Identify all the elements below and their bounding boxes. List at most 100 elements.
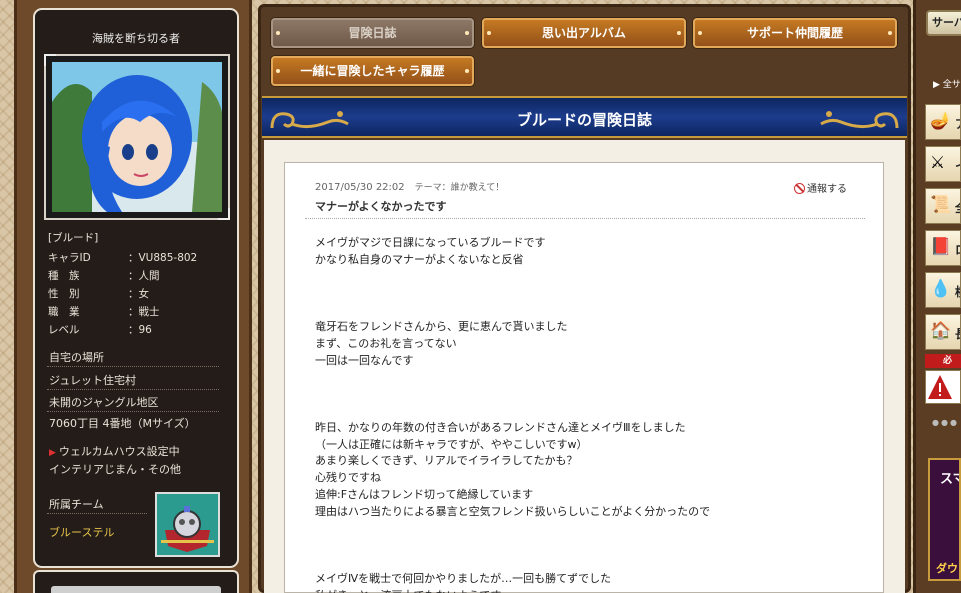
post-line — [315, 403, 855, 420]
sword-icon: ⚔ — [930, 153, 946, 173]
arrow-right-icon: ▶ — [49, 448, 56, 458]
warning-icon — [928, 375, 952, 399]
post-line — [315, 285, 855, 302]
post-line: 心残りですね — [315, 471, 381, 485]
lamp-icon: 🪔 — [930, 111, 952, 131]
post-meta: 2017/05/30 22:02 テーマ：誰か教えて！ — [315, 180, 504, 193]
info-value: ：人間 — [128, 270, 160, 282]
sidebar-item-label: ロ — [955, 241, 960, 258]
info-label: 性 別 — [48, 288, 80, 300]
team-emblem[interactable] — [155, 492, 220, 557]
sidebar-item-label: 長 — [955, 325, 960, 342]
home-label: 自宅の場所 — [49, 351, 104, 364]
tab-album[interactable]: 思い出アルバム — [482, 18, 686, 48]
warning-notice[interactable] — [925, 370, 961, 404]
report-link[interactable]: 通報する — [794, 180, 847, 195]
interior-link[interactable]: インテリアじまん・その他 — [49, 461, 181, 477]
journal-entry: 2017/05/30 22:02 テーマ：誰か教えて！ 通報する マナーがよくなか… — [284, 162, 884, 593]
bottom-tab-bar[interactable] — [51, 586, 221, 593]
info-value: ：VU885-802 — [128, 252, 198, 264]
info-row-id: キャラID ：VU885-802 — [48, 250, 197, 265]
info-label: レベル — [48, 324, 80, 336]
info-label: キャラID — [48, 252, 91, 264]
journal-header: ブルードの冒険日誌 — [262, 96, 907, 138]
post-line: 竜牙石をフレンドさんから、更に恵んで貰いました — [315, 319, 568, 333]
bottom-tab — [33, 570, 239, 593]
character-name: [ブルード] — [48, 232, 99, 244]
post-line — [315, 302, 855, 319]
house-icon: 🏠 — [930, 321, 952, 341]
home-village: ジュレット住宅村 — [49, 374, 137, 387]
post-line: 理由はハつ当たりによる暴言と空気フレンド扱いらしいことがよく分かったので — [315, 504, 711, 518]
home-address: 7060丁目 4番地（Mサイズ） — [49, 417, 196, 430]
scroll-icon: 📜 — [930, 195, 952, 215]
must-read-label: 必 — [925, 354, 961, 368]
prohibit-icon — [794, 183, 805, 194]
post-line: （一人は正確には新キャラですが、ややこしいですw） — [315, 437, 588, 451]
post-line — [315, 521, 855, 538]
promo-banner[interactable]: スマ ダウ — [928, 458, 961, 581]
sidebar-item-5[interactable]: 💧横 — [925, 272, 961, 308]
post-line: あまり楽しくできず、リアルでイライラしてたかも？ — [315, 454, 578, 468]
post-line: 一回は一回なんです — [315, 353, 414, 367]
info-label: 職 業 — [48, 306, 80, 318]
post-date: 2017/05/30 22:02 — [315, 182, 405, 193]
info-value: ：96 — [128, 324, 152, 336]
post-line: まず、このお礼を言ってない — [315, 336, 457, 350]
info-row-gender: 性 別 ：女 — [48, 286, 149, 301]
sidebar-item-label: 横 — [955, 283, 960, 300]
banner-text: スマ — [940, 472, 959, 487]
all-servers-label: 全サ — [942, 80, 961, 90]
divider — [47, 389, 219, 390]
avatar-frame — [44, 54, 230, 220]
post-line — [315, 269, 855, 286]
post-body: メイヴがマジで日課になっているブルードです かなり私自身のマナーがよくないなと反省… — [315, 235, 855, 593]
post-line: 昨日、かなりの年数の付き合いがあるフレンドさん達とメイヴⅢをしました — [315, 420, 686, 434]
post-theme[interactable]: テーマ：誰か教えて！ — [415, 183, 505, 193]
pager-dots[interactable]: ●●● — [932, 418, 959, 427]
divider — [305, 218, 865, 219]
info-row-job: 職 業 ：戦士 — [48, 304, 160, 319]
info-row-level: レベル ：96 — [48, 322, 152, 337]
sidebar-item-2[interactable]: ⚔イ — [925, 146, 961, 182]
slime-icon: 💧 — [930, 279, 952, 299]
team-name[interactable]: ブルーステル — [49, 524, 114, 540]
post-line — [315, 554, 855, 571]
info-row-race: 種 族 ：人間 — [48, 268, 160, 283]
post-line: 私がきっと一流戸士でもないようです — [315, 588, 855, 593]
home-district: 未開のジャングル地区 — [49, 396, 159, 409]
info-value: ：女 — [128, 288, 149, 300]
character-title: 海賊を断ち切る者 — [92, 32, 180, 45]
team-emblem-icon — [157, 494, 218, 555]
sidebar-item-6[interactable]: 🏠長 — [925, 314, 961, 350]
sidebar-item-4[interactable]: 📕ロ — [925, 230, 961, 266]
post-line — [315, 369, 855, 386]
divider — [47, 513, 147, 514]
tab-support-history[interactable]: サポート仲間履歴 — [693, 18, 897, 48]
welcome-house-label: ウェルカムハウス設定中 — [58, 445, 180, 458]
post-title: マナーがよくなかったです — [315, 200, 447, 213]
info-label: 種 族 — [48, 270, 80, 282]
post-line — [315, 386, 855, 403]
banner-text-bottom: ダウ — [936, 562, 958, 575]
post-line: かなり私自身のマナーがよくないなと反省 — [315, 252, 524, 266]
sidebar-item-label: 全 — [955, 199, 960, 216]
ornament-right-icon — [820, 111, 899, 129]
sidebar-item-label: ア — [955, 115, 960, 132]
divider — [47, 411, 219, 412]
post-line: メイヴⅣを戦士で何回かやりましたが…一回も勝てずでした — [315, 571, 612, 585]
tab-companion-history[interactable]: 一緒に冒険したキャラ履歴 — [271, 56, 474, 86]
all-servers-link[interactable]: ▶ 全サ — [933, 77, 961, 90]
post-line: 追伸:Fさんはフレンド切って絶縁しています — [315, 487, 534, 501]
team-label: 所属チーム — [49, 498, 104, 511]
sidebar-item-label: イ — [955, 157, 960, 174]
avatar[interactable] — [52, 62, 222, 212]
post-line: メイヴがマジで日課になっているブルードです — [315, 236, 546, 249]
post-line — [315, 537, 855, 554]
sidebar-item-3[interactable]: 📜全 — [925, 188, 961, 224]
sidebar-item-1[interactable]: 🪔ア — [925, 104, 961, 140]
server-status-button[interactable]: サーバー — [926, 10, 961, 36]
welcome-house[interactable]: ▶ ウェルカムハウス設定中 — [49, 443, 180, 459]
tab-journal[interactable]: 冒険日誌 — [271, 18, 474, 48]
divider — [47, 366, 219, 367]
